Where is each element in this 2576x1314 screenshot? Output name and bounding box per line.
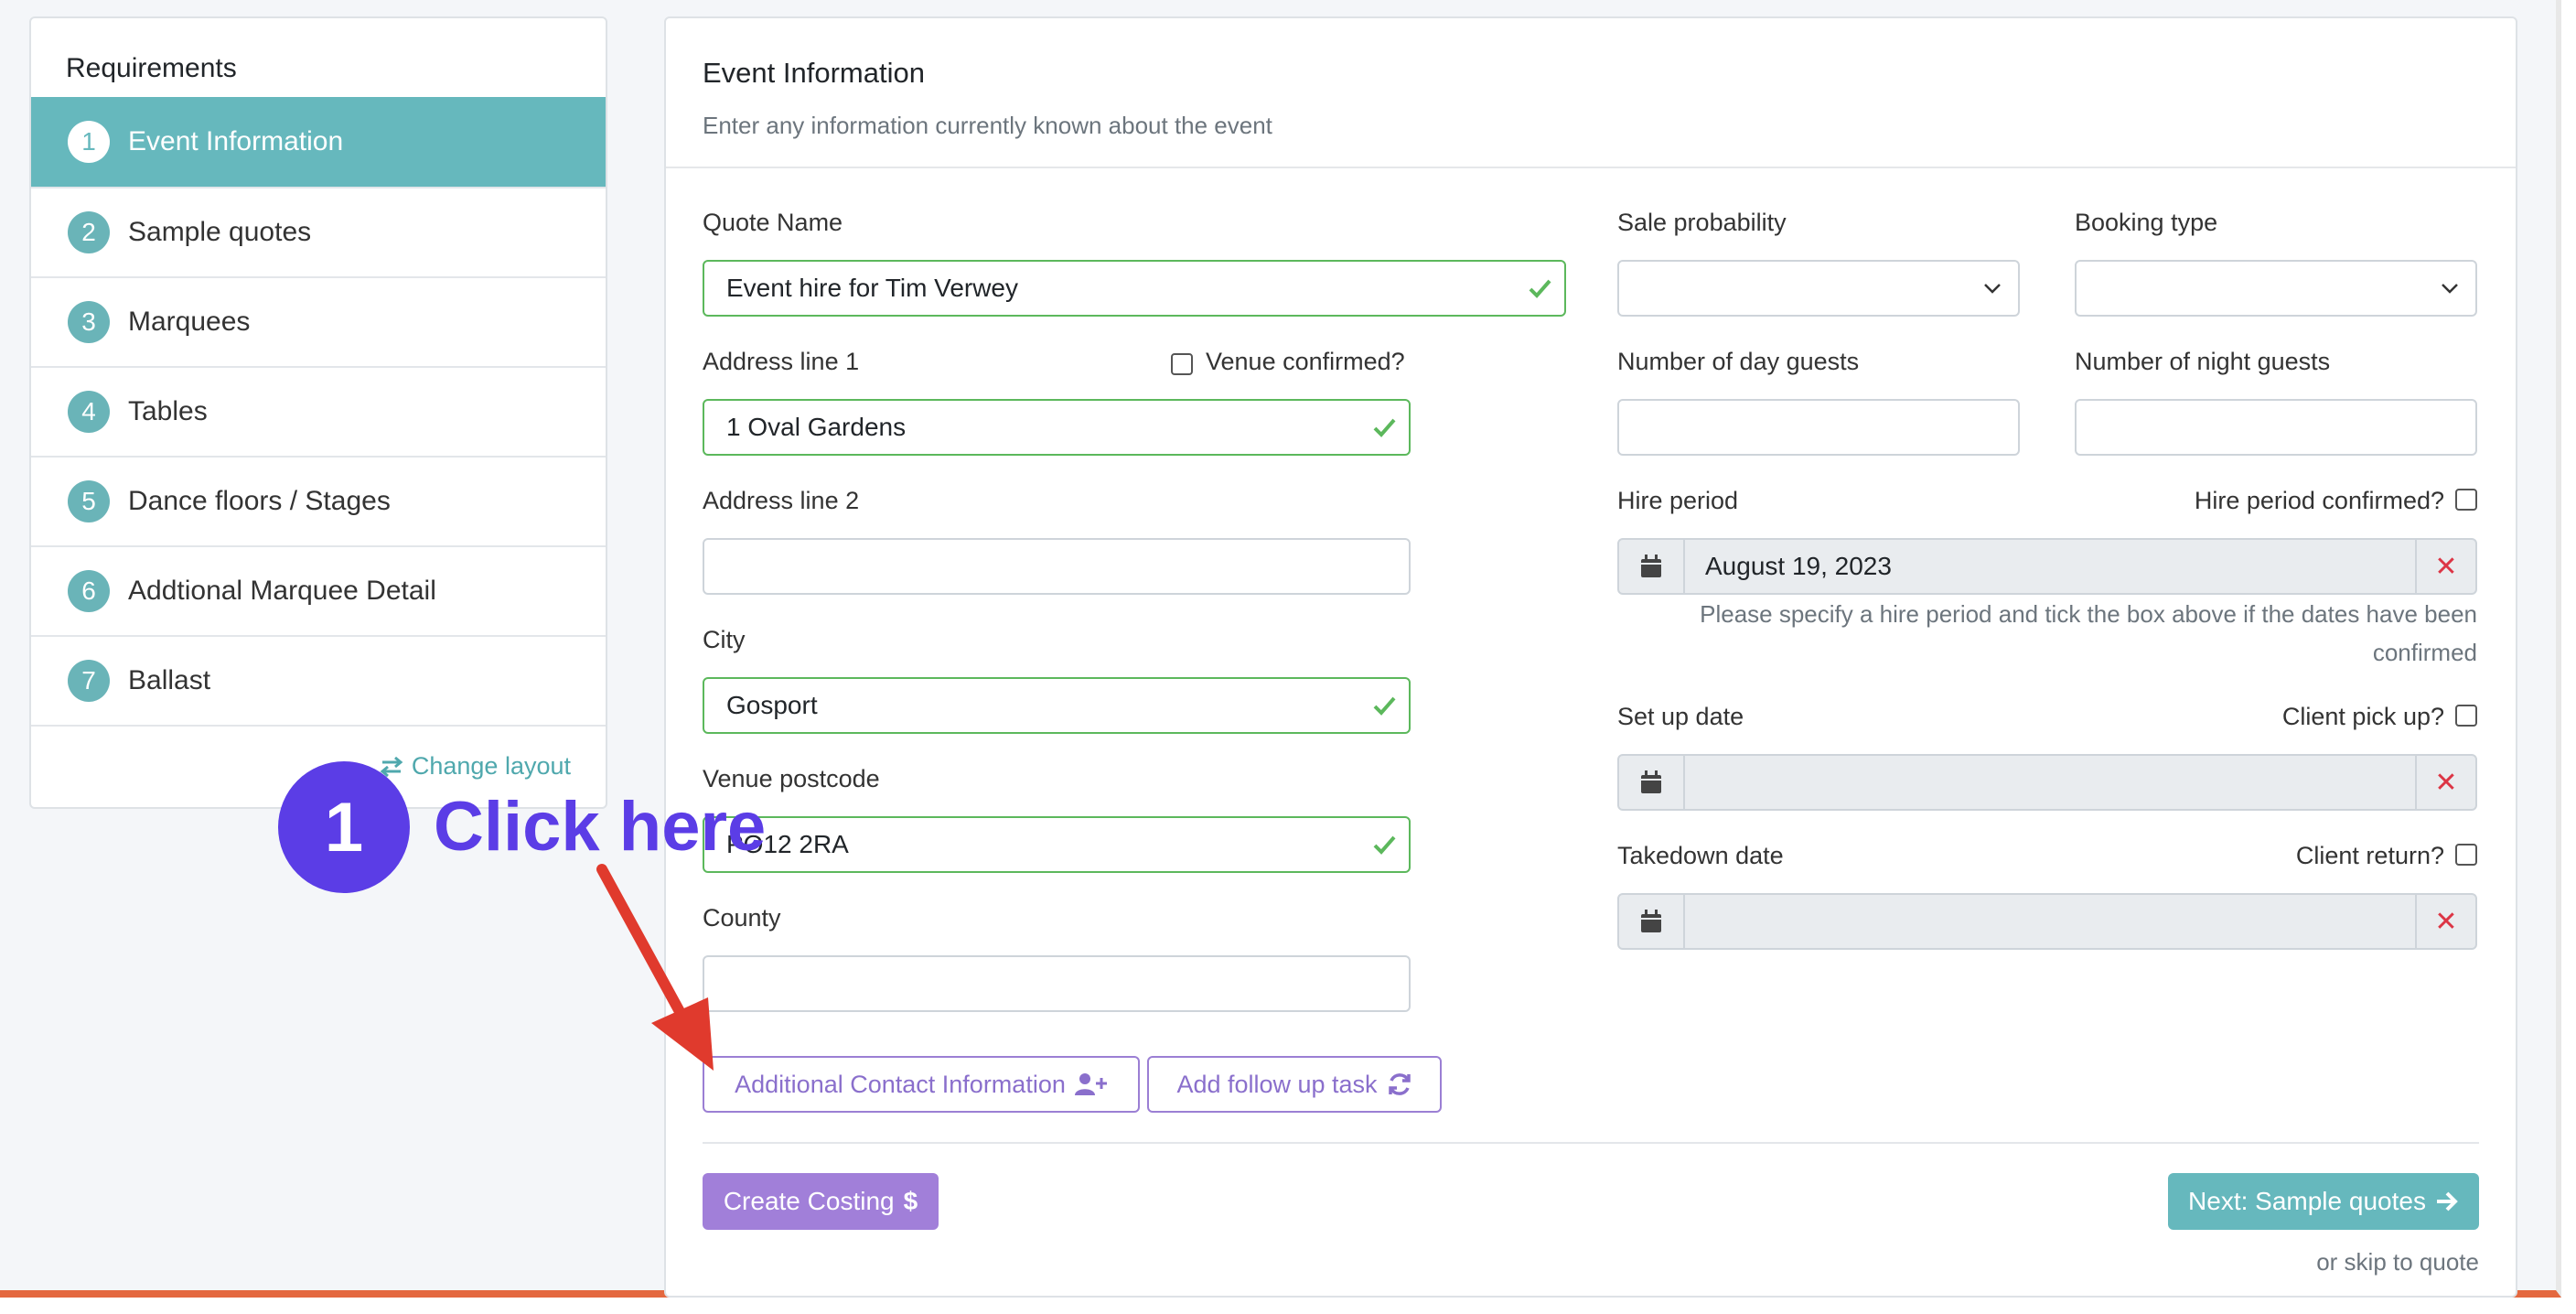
hire-period-picker[interactable]: August 19, 2023 ✕	[1617, 538, 2477, 595]
client-return-checkbox[interactable]	[2455, 844, 2477, 866]
address1-input[interactable]: 1 Oval Gardens	[703, 399, 1411, 456]
step-number: 4	[68, 391, 110, 433]
next-label: Next: Sample quotes	[2188, 1187, 2426, 1215]
clear-icon[interactable]: ✕	[2415, 540, 2475, 593]
valid-check-icon	[1373, 696, 1396, 716]
change-layout-link[interactable]: Change layout	[379, 752, 571, 781]
step-label: Sample quotes	[128, 217, 312, 247]
client-pickup-checkbox[interactable]	[2455, 705, 2477, 727]
follow-up-label: Add follow up task	[1176, 1070, 1378, 1098]
step-label: Ballast	[128, 665, 211, 695]
venue-confirmed-label: Venue confirmed?	[1206, 348, 1405, 375]
step-number: 5	[68, 480, 110, 522]
chevron-down-icon	[2442, 284, 2458, 294]
county-input[interactable]	[703, 955, 1411, 1012]
chevron-down-icon	[1984, 284, 2001, 294]
page-title: Event Information	[703, 57, 925, 89]
step-number: 1	[68, 121, 110, 163]
step-tables[interactable]: 4 Tables	[31, 366, 606, 456]
app-frame: Requirements 1 Event Information 2 Sampl…	[0, 0, 2561, 1298]
add-follow-up-task-button[interactable]: Add follow up task	[1147, 1056, 1442, 1113]
setup-date-picker[interactable]: ✕	[1617, 754, 2477, 811]
step-label: Tables	[128, 396, 208, 426]
clear-icon[interactable]: ✕	[2415, 756, 2475, 809]
page-subtitle: Enter any information currently known ab…	[703, 112, 1272, 139]
hire-period-confirmed-checkbox[interactable]	[2455, 489, 2477, 511]
dollar-icon: $	[903, 1187, 918, 1215]
card-header: Event Information Enter any information …	[666, 18, 2516, 168]
change-layout-label: Change layout	[411, 752, 571, 780]
step-sample-quotes[interactable]: 2 Sample quotes	[31, 187, 606, 276]
clear-icon[interactable]: ✕	[2415, 895, 2475, 948]
setup-date-label: Set up date	[1617, 703, 1744, 730]
quote-name-input[interactable]: Event hire for Tim Verwey	[703, 260, 1566, 317]
hire-period-label: Hire period	[1617, 487, 1739, 514]
takedown-date-value	[1685, 895, 2415, 948]
county-label: County	[703, 904, 781, 932]
requirements-sidebar: Requirements 1 Event Information 2 Sampl…	[29, 16, 607, 809]
additional-contact-button[interactable]: Additional Contact Information	[703, 1056, 1140, 1113]
create-costing-button[interactable]: Create Costing $	[703, 1173, 939, 1230]
client-pickup-label: Client pick up?	[2281, 703, 2444, 730]
step-number: 2	[68, 211, 110, 253]
booking-type-label: Booking type	[2075, 209, 2218, 236]
step-label: Event Information	[128, 126, 344, 156]
valid-check-icon	[1373, 835, 1396, 855]
address2-label: Address line 2	[703, 487, 860, 514]
address1-value: 1 Oval Gardens	[726, 413, 907, 441]
venue-confirmed-checkbox[interactable]	[1171, 353, 1193, 375]
night-guests-label: Number of night guests	[2075, 348, 2331, 375]
step-label: Addtional Marquee Detail	[128, 576, 436, 606]
step-number: 6	[68, 570, 110, 612]
calendar-icon[interactable]	[1619, 895, 1685, 948]
sidebar-title: Requirements	[66, 53, 237, 83]
step-additional-marquee-detail[interactable]: 6 Addtional Marquee Detail	[31, 545, 606, 635]
step-marquees[interactable]: 3 Marquees	[31, 276, 606, 366]
quote-name-value: Event hire for Tim Verwey	[726, 274, 1019, 302]
address1-label: Address line 1	[703, 348, 860, 375]
refresh-icon	[1388, 1073, 1411, 1095]
next-sample-quotes-button[interactable]: Next: Sample quotes	[2168, 1173, 2479, 1230]
client-return-label: Client return?	[2295, 842, 2444, 869]
event-information-card: Event Information Enter any information …	[664, 16, 2517, 1298]
step-number: 3	[68, 301, 110, 343]
additional-contact-label: Additional Contact Information	[735, 1070, 1066, 1098]
takedown-date-label: Takedown date	[1617, 842, 1784, 869]
valid-check-icon	[1529, 279, 1551, 298]
address2-input[interactable]	[703, 538, 1411, 595]
create-costing-label: Create Costing	[723, 1187, 895, 1215]
annotation-click-here: Click here	[434, 788, 767, 866]
calendar-icon[interactable]	[1619, 540, 1685, 593]
step-label: Dance floors / Stages	[128, 486, 391, 516]
postcode-input[interactable]: PO12 2RA	[703, 816, 1411, 873]
arrow-right-icon	[2436, 1191, 2458, 1212]
hire-period-confirmed-label: Hire period confirmed?	[2194, 487, 2444, 514]
city-value: Gosport	[726, 691, 818, 719]
step-number: 7	[68, 660, 110, 702]
takedown-date-picker[interactable]: ✕	[1617, 893, 2477, 950]
day-guests-input[interactable]	[1617, 399, 2020, 456]
sale-probability-select[interactable]	[1617, 260, 2020, 317]
valid-check-icon	[1373, 418, 1396, 437]
city-label: City	[703, 626, 746, 653]
hire-period-help: Please specify a hire period and tick th…	[1700, 600, 2477, 666]
step-event-information[interactable]: 1 Event Information	[31, 97, 606, 187]
calendar-icon[interactable]	[1619, 756, 1685, 809]
night-guests-input[interactable]	[2075, 399, 2477, 456]
step-dance-floors[interactable]: 5 Dance floors / Stages	[31, 456, 606, 545]
annotation-step-badge: 1	[278, 761, 410, 893]
hire-period-value: August 19, 2023	[1705, 552, 1892, 580]
user-plus-icon	[1074, 1073, 1107, 1095]
setup-date-value	[1685, 756, 2415, 809]
step-ballast[interactable]: 7 Ballast	[31, 635, 606, 725]
quote-name-label: Quote Name	[703, 209, 843, 236]
step-label: Marquees	[128, 307, 251, 337]
footer-divider	[703, 1142, 2479, 1144]
booking-type-select[interactable]	[2075, 260, 2477, 317]
day-guests-label: Number of day guests	[1617, 348, 1860, 375]
skip-to-quote-link[interactable]: or skip to quote	[2316, 1248, 2479, 1276]
city-input[interactable]: Gosport	[703, 677, 1411, 734]
sale-probability-label: Sale probability	[1617, 209, 1787, 236]
